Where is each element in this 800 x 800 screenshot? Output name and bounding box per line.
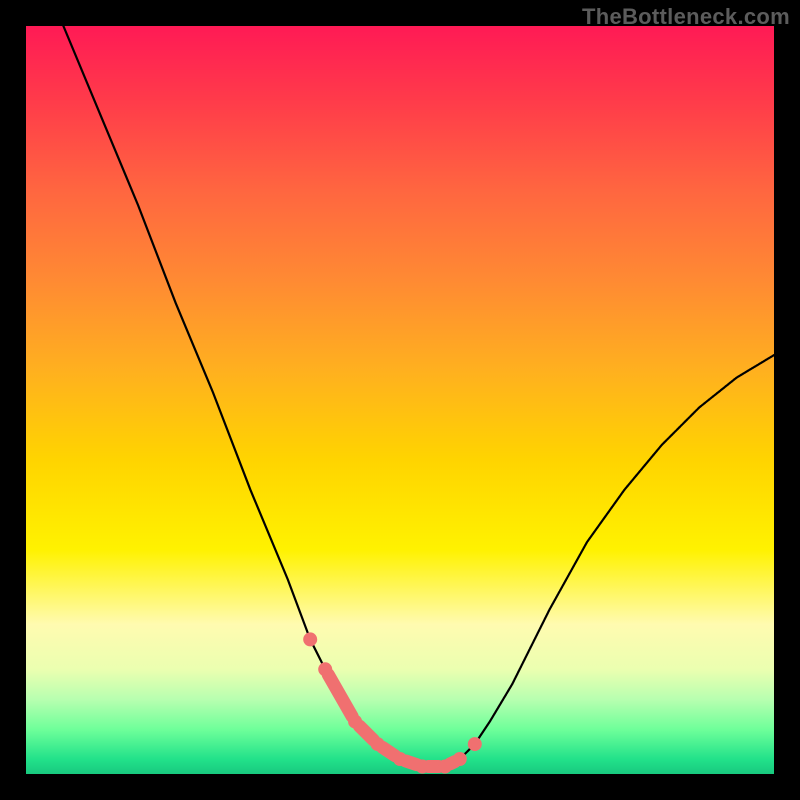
curve-right-line	[445, 355, 774, 766]
plot-area	[26, 26, 774, 774]
curve-left-line	[63, 26, 445, 767]
marker-dot	[468, 738, 481, 751]
highlight-markers	[304, 633, 482, 773]
watermark-text: TheBottleneck.com	[582, 4, 790, 30]
plot-svg	[26, 26, 774, 774]
chart-stage: TheBottleneck.com	[0, 0, 800, 800]
